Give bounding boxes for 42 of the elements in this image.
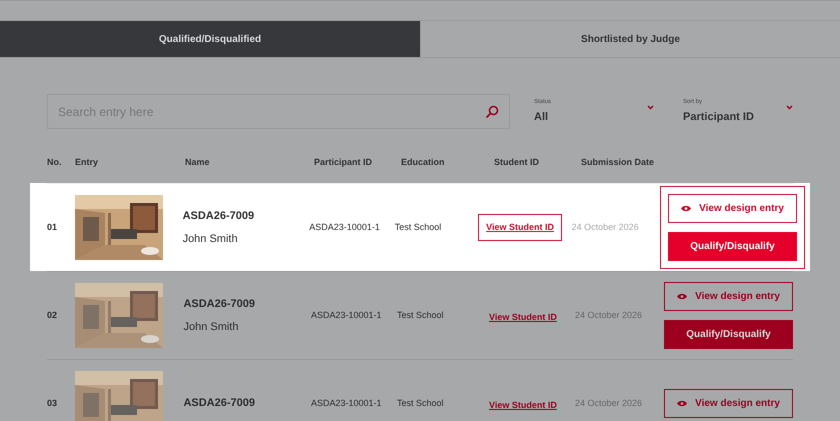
participant-name: John Smith xyxy=(182,232,239,246)
column-header: Student ID xyxy=(494,156,540,170)
student-id-link[interactable]: View Student ID xyxy=(478,214,562,242)
submission-date: 24 October 2026 xyxy=(572,220,640,234)
row-number: 02 xyxy=(47,308,58,322)
submission-date: 24 October 2026 xyxy=(575,308,644,322)
student-id-link[interactable]: View Student ID xyxy=(488,310,557,324)
participant-id: ASDA23-10001-1 xyxy=(309,220,381,234)
qualify-disqualify-button[interactable]: Qualify/Disqualify xyxy=(664,320,793,349)
entry-code: ASDA26-7009 xyxy=(183,297,256,312)
eye-icon xyxy=(681,205,692,212)
tab[interactable]: Shortlisted by Judge xyxy=(420,21,840,57)
participant-id: ASDA23-10001-1 xyxy=(311,308,383,322)
eye-icon xyxy=(677,400,688,407)
column-header: Participant ID xyxy=(314,156,374,170)
search-icon xyxy=(485,104,499,118)
dropdown-value: Participant ID xyxy=(683,110,754,126)
column-header: No. xyxy=(47,156,62,170)
qualify-disqualify-button[interactable]: Qualify/Disqualify xyxy=(668,232,797,261)
chevron-icon xyxy=(786,105,793,110)
education: Test School xyxy=(394,220,442,234)
row-number: 01 xyxy=(47,220,58,234)
column-header: Entry xyxy=(75,156,100,170)
view-design-entry-button[interactable]: View design entry xyxy=(664,389,793,418)
column-header: Submission Date xyxy=(581,156,656,170)
row-number: 03 xyxy=(47,396,58,410)
education: Test School xyxy=(397,396,445,410)
student-id-link[interactable]: View Student ID xyxy=(488,398,557,412)
education: Test School xyxy=(397,308,445,322)
chevron-icon xyxy=(647,105,654,110)
column-header: Education xyxy=(401,156,446,170)
column-header: Name xyxy=(185,156,211,170)
tab[interactable]: Qualified/Disqualified xyxy=(0,21,420,57)
participant-name: John Smith xyxy=(183,320,240,334)
entry-code: ASDA26-7009 xyxy=(183,396,256,412)
submission-date: 24 October 2026 xyxy=(575,396,644,410)
view-design-entry-button[interactable]: View design entry xyxy=(668,194,797,223)
dropdown-value: All xyxy=(534,110,550,126)
view-design-entry-button[interactable]: View design entry xyxy=(664,282,793,311)
entry-code: ASDA26-7009 xyxy=(182,209,256,224)
eye-icon xyxy=(677,293,688,300)
participant-id: ASDA23-10001-1 xyxy=(311,396,383,410)
